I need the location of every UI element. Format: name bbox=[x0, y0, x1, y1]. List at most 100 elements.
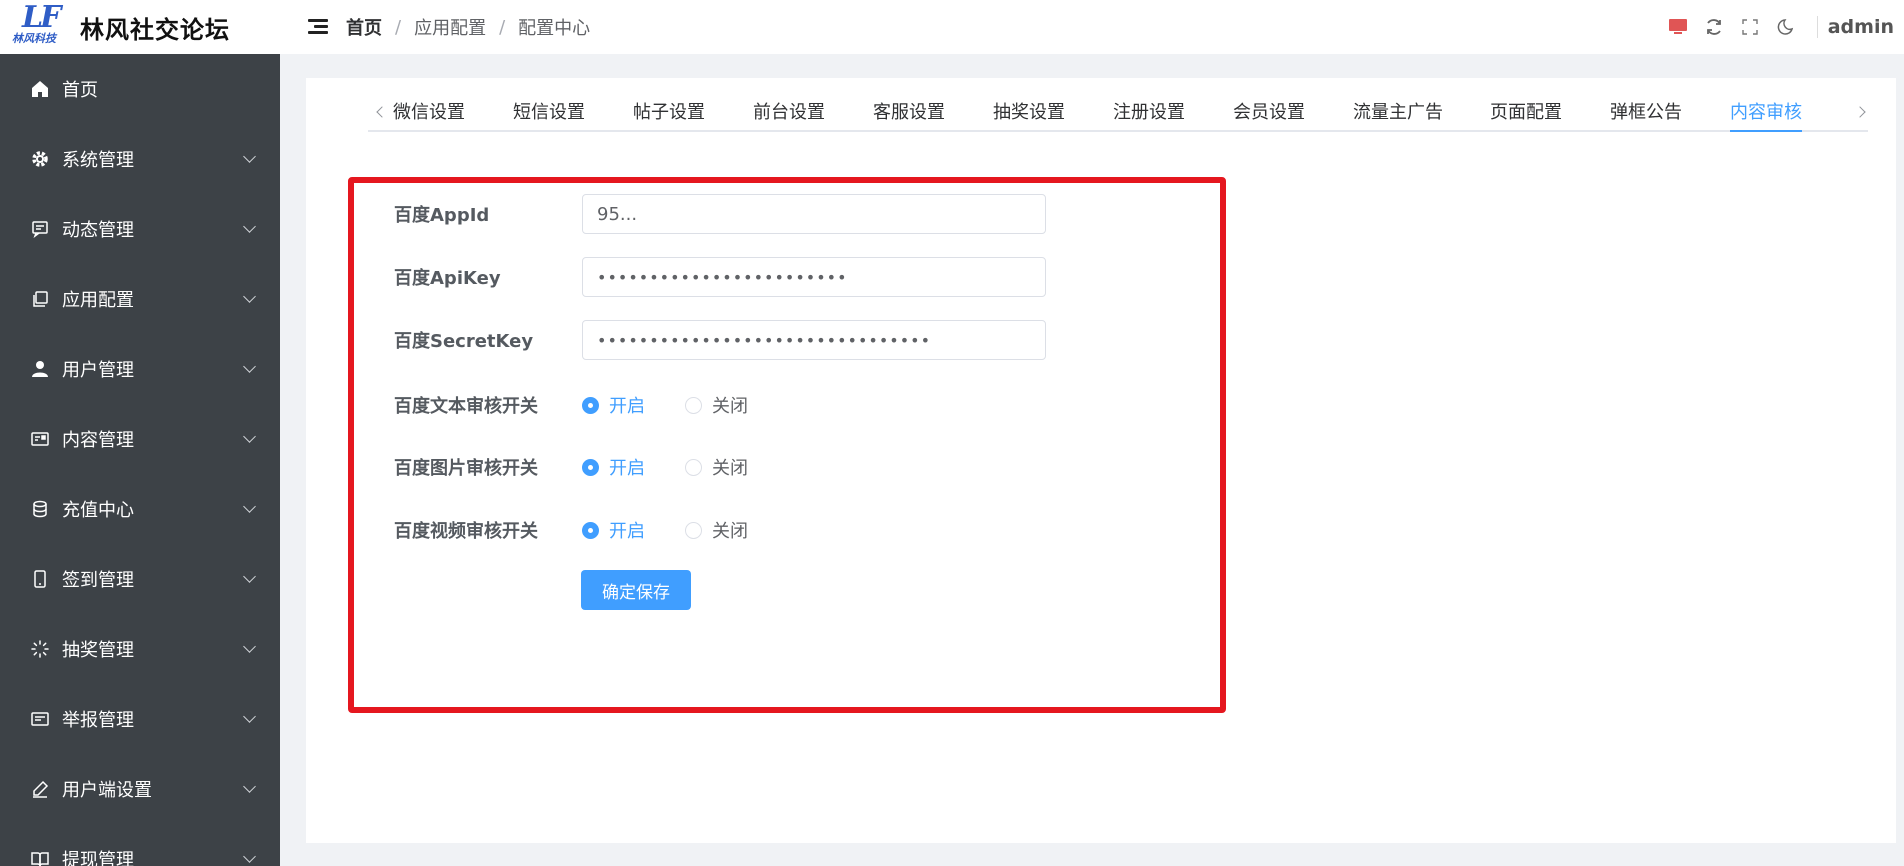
moon-icon[interactable] bbox=[1775, 16, 1797, 38]
sidebar-item-label: 用户管理 bbox=[62, 360, 134, 381]
tab-frontend[interactable]: 前台设置 bbox=[753, 102, 825, 124]
sidebar-item-report[interactable]: 举报管理 bbox=[0, 684, 280, 754]
home-icon bbox=[30, 79, 50, 99]
postcard-icon bbox=[30, 429, 50, 449]
refresh-icon[interactable] bbox=[1703, 16, 1725, 38]
video-review-label: 百度视频审核开关 bbox=[394, 521, 538, 542]
tab-post[interactable]: 帖子设置 bbox=[633, 102, 705, 124]
sidebar-item-app-config[interactable]: 应用配置 bbox=[0, 264, 280, 334]
tab-wechat[interactable]: 微信设置 bbox=[393, 102, 465, 124]
sidebar-item-label: 充值中心 bbox=[62, 500, 134, 521]
tab-content-review[interactable]: 内容审核 bbox=[1730, 102, 1802, 124]
logo-area: LF 林风科技 林风社交论坛 bbox=[0, 0, 280, 54]
breadcrumb: 首页 / 应用配置 / 配置中心 bbox=[346, 14, 590, 40]
form-row-appid: 百度AppId 95... bbox=[394, 194, 1046, 234]
breadcrumb-separator: / bbox=[395, 16, 402, 38]
chevron-down-icon bbox=[243, 150, 256, 163]
copy-icon bbox=[30, 289, 50, 309]
text-review-label: 百度文本审核开关 bbox=[394, 396, 538, 417]
phone-icon bbox=[30, 569, 50, 589]
form-row-apikey: 百度ApiKey •••••••••••••••••••••••• bbox=[394, 257, 1046, 297]
breadcrumb-separator: / bbox=[499, 16, 506, 38]
text-review-off-radio[interactable]: 关闭 bbox=[685, 392, 748, 418]
video-review-off-radio[interactable]: 关闭 bbox=[685, 517, 748, 543]
app-title: 林风社交论坛 bbox=[80, 15, 230, 44]
config-tabs: 微信设置 短信设置 帖子设置 前台设置 客服设置 抽奖设置 注册设置 会员设置 … bbox=[368, 102, 1868, 132]
breadcrumb-item-config-center: 配置中心 bbox=[518, 18, 591, 39]
tab-ads[interactable]: 流量主广告 bbox=[1353, 102, 1443, 124]
appid-label: 百度AppId bbox=[394, 205, 490, 226]
sidebar-item-signin[interactable]: 签到管理 bbox=[0, 544, 280, 614]
tab-popup-notice[interactable]: 弹框公告 bbox=[1610, 102, 1682, 124]
tab-page-config[interactable]: 页面配置 bbox=[1490, 102, 1562, 124]
sidebar-item-client-settings[interactable]: 用户端设置 bbox=[0, 754, 280, 824]
sidebar-item-label: 动态管理 bbox=[62, 220, 134, 241]
sidebar-item-label: 举报管理 bbox=[62, 710, 134, 731]
chevron-down-icon bbox=[243, 290, 256, 303]
sidebar-item-lottery[interactable]: 抽奖管理 bbox=[0, 614, 280, 684]
user-icon bbox=[30, 359, 50, 379]
breadcrumb-item-app-config: 应用配置 bbox=[414, 18, 487, 39]
menu-fold-icon[interactable] bbox=[308, 19, 328, 35]
apikey-input[interactable]: •••••••••••••••••••••••• bbox=[582, 257, 1046, 297]
form-row-text-review: 百度文本审核开关 开启 关闭 bbox=[394, 392, 788, 418]
message-icon bbox=[30, 219, 50, 239]
breadcrumb-item-home[interactable]: 首页 bbox=[346, 14, 382, 40]
gear-icon bbox=[30, 149, 50, 169]
image-review-label: 百度图片审核开关 bbox=[394, 458, 538, 479]
sidebar-item-label: 系统管理 bbox=[62, 150, 134, 171]
sidebar-item-home[interactable]: 首页 bbox=[0, 54, 280, 124]
video-review-on-radio[interactable]: 开启 bbox=[582, 517, 645, 543]
chevron-down-icon bbox=[243, 500, 256, 513]
sidebar-item-recharge[interactable]: 充值中心 bbox=[0, 474, 280, 544]
sidebar-item-system[interactable]: 系统管理 bbox=[0, 124, 280, 194]
chevron-down-icon bbox=[243, 430, 256, 443]
secretkey-label: 百度SecretKey bbox=[394, 331, 534, 352]
chevron-down-icon bbox=[243, 220, 256, 233]
sidebar-item-dynamic[interactable]: 动态管理 bbox=[0, 194, 280, 264]
loading-icon bbox=[30, 639, 50, 659]
sidebar-item-label: 应用配置 bbox=[62, 290, 134, 311]
form-row-secretkey: 百度SecretKey ••••••••••••••••••••••••••••… bbox=[394, 320, 1046, 360]
chevron-down-icon bbox=[243, 360, 256, 373]
monitor-icon[interactable] bbox=[1667, 16, 1689, 38]
chevron-down-icon bbox=[243, 780, 256, 793]
ticket-icon bbox=[30, 709, 50, 729]
sidebar-item-label: 签到管理 bbox=[62, 570, 134, 591]
tab-member[interactable]: 会员设置 bbox=[1233, 102, 1305, 124]
logo-subtitle: 林风科技 bbox=[12, 32, 56, 45]
tab-customer-service[interactable]: 客服设置 bbox=[873, 102, 945, 124]
sidebar-item-label: 抽奖管理 bbox=[62, 640, 134, 661]
coin-icon bbox=[30, 499, 50, 519]
image-review-off-radio[interactable]: 关闭 bbox=[685, 454, 748, 480]
sidebar-item-label: 用户端设置 bbox=[62, 780, 152, 801]
save-button[interactable]: 确定保存 bbox=[581, 570, 691, 610]
appid-input[interactable]: 95... bbox=[582, 194, 1046, 234]
chevron-down-icon bbox=[243, 850, 256, 863]
sidebar-item-content[interactable]: 内容管理 bbox=[0, 404, 280, 474]
sidebar-item-label: 内容管理 bbox=[62, 430, 134, 451]
tab-lottery[interactable]: 抽奖设置 bbox=[993, 102, 1065, 124]
tab-sms[interactable]: 短信设置 bbox=[513, 102, 585, 124]
form-row-video-review: 百度视频审核开关 开启 关闭 bbox=[394, 517, 788, 543]
sidebar: 首页 系统管理 动态管理 应用配置 用户管理 内容管理 充值中心 签到管理 抽奖… bbox=[0, 54, 280, 866]
secretkey-input[interactable]: •••••••••••••••••••••••••••••••• bbox=[582, 320, 1046, 360]
text-review-on-radio[interactable]: 开启 bbox=[582, 392, 645, 418]
logo: LF 林风科技 bbox=[10, 0, 68, 48]
chevron-down-icon bbox=[243, 710, 256, 723]
form-row-image-review: 百度图片审核开关 开启 关闭 bbox=[394, 454, 788, 480]
apikey-label: 百度ApiKey bbox=[394, 268, 501, 289]
notebook-icon bbox=[30, 849, 50, 866]
chevron-down-icon bbox=[243, 570, 256, 583]
header-actions: admin bbox=[1667, 0, 1904, 54]
top-header: 首页 / 应用配置 / 配置中心 admin bbox=[280, 0, 1904, 54]
sidebar-item-users[interactable]: 用户管理 bbox=[0, 334, 280, 404]
user-name[interactable]: admin bbox=[1816, 16, 1894, 38]
sidebar-item-label: 提现管理 bbox=[62, 850, 134, 866]
sidebar-item-withdraw[interactable]: 提现管理 bbox=[0, 824, 280, 866]
image-review-on-radio[interactable]: 开启 bbox=[582, 454, 645, 480]
tab-scroll-left-icon[interactable] bbox=[376, 106, 388, 118]
fullscreen-icon[interactable] bbox=[1739, 16, 1761, 38]
tab-scroll-right-icon[interactable] bbox=[1854, 106, 1866, 118]
tab-register[interactable]: 注册设置 bbox=[1113, 102, 1185, 124]
